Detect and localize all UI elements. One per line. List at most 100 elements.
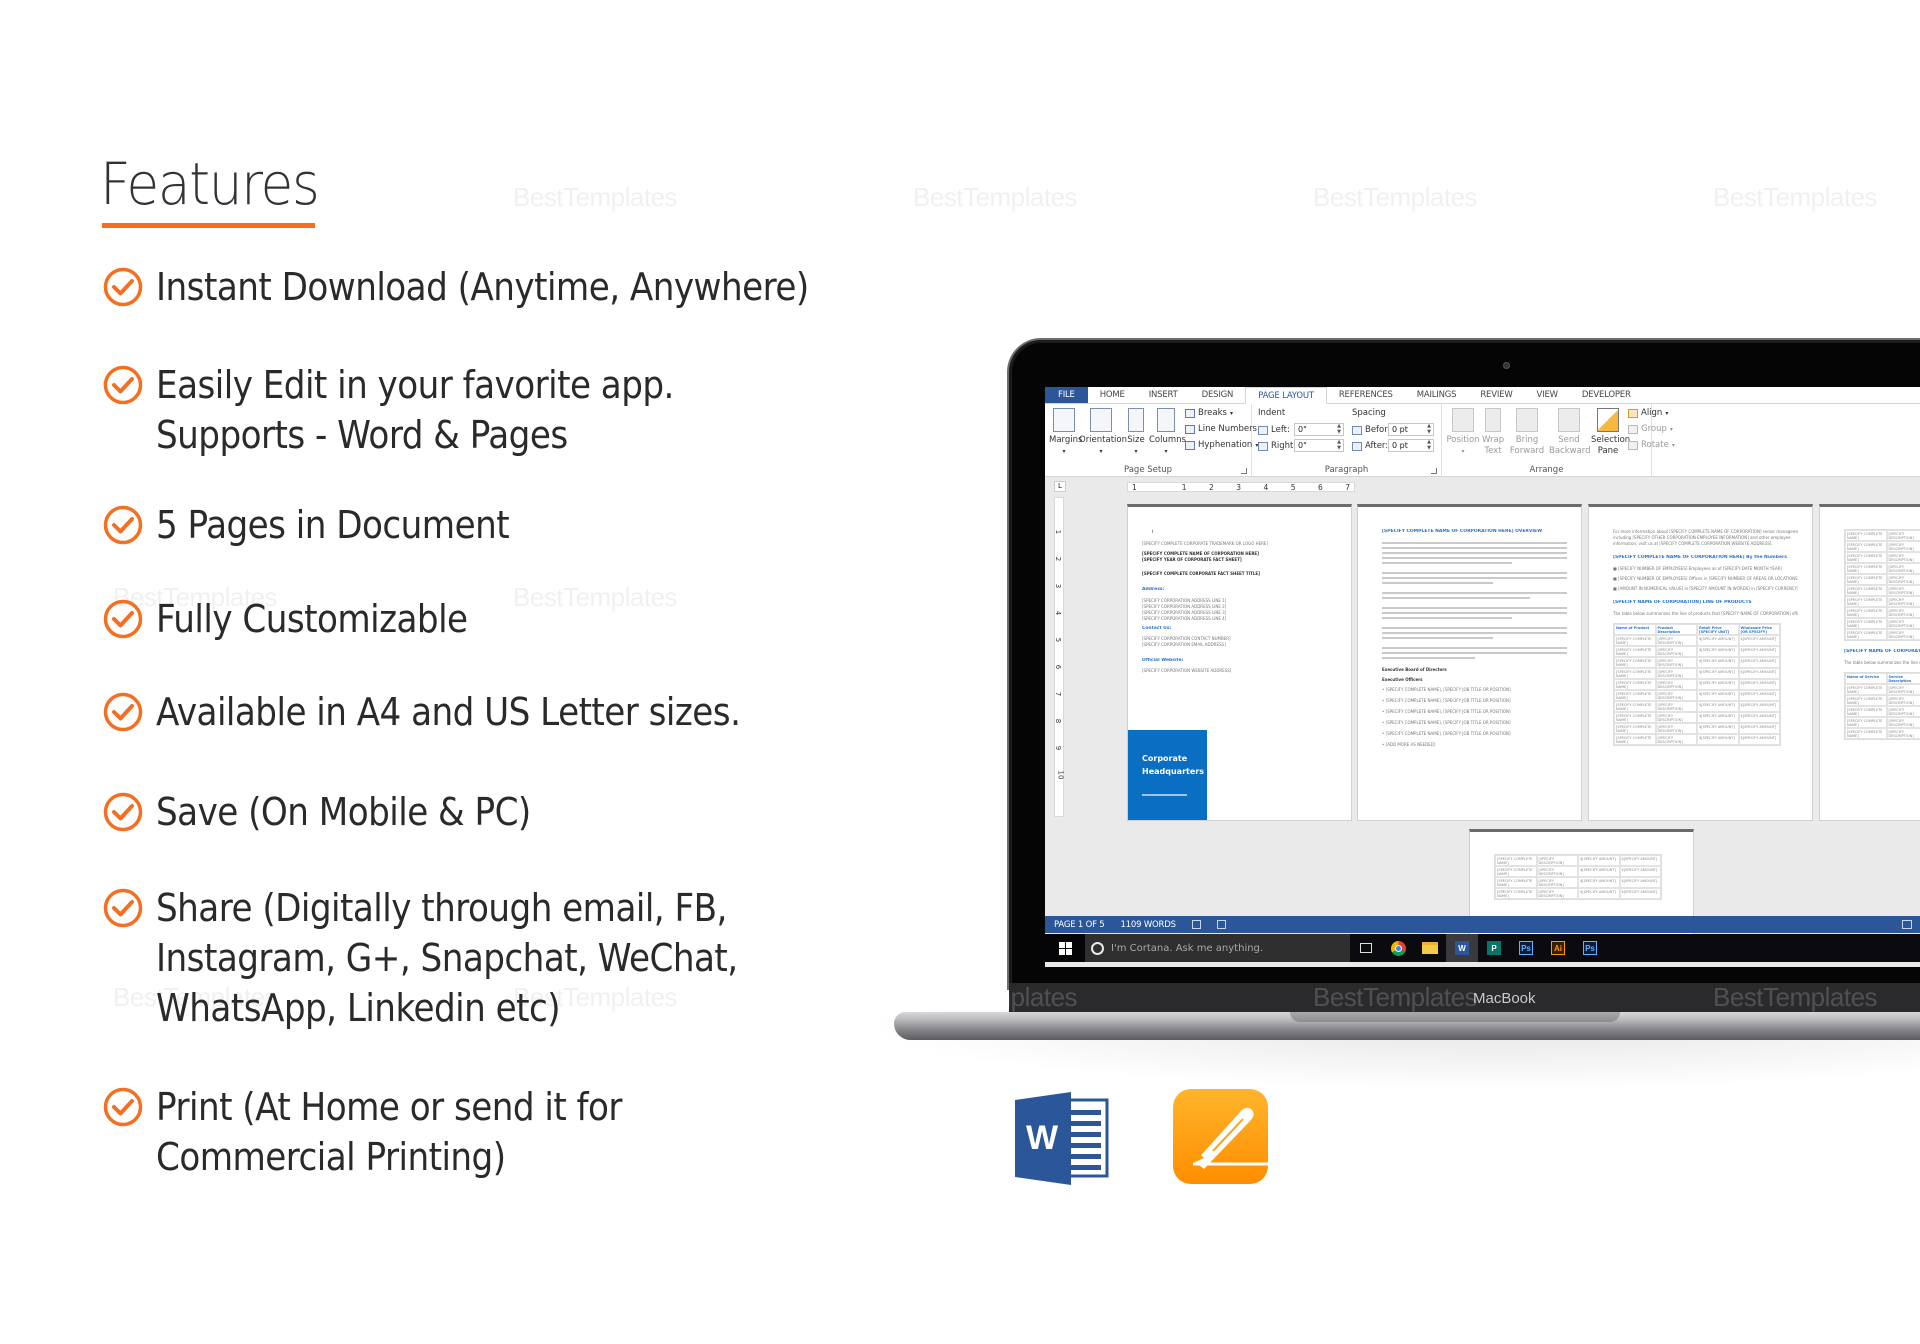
text-line xyxy=(1382,652,1567,654)
table-cell: [SPECIFY DESCRIPTION] xyxy=(1655,635,1697,646)
cortana-placeholder: I'm Cortana. Ask me anything. xyxy=(1111,942,1264,954)
group-button[interactable]: Group ▾ xyxy=(1628,424,1673,434)
position-button[interactable]: Position ▾ xyxy=(1446,408,1480,457)
table-cell: [SPECIFY DESCRIPTION] xyxy=(1655,690,1697,701)
feature-line: Available in A4 and US Letter sizes. xyxy=(156,690,741,734)
word-taskbar-button[interactable]: W xyxy=(1446,934,1478,962)
check-circle-icon xyxy=(102,691,144,733)
align-icon xyxy=(1628,408,1638,418)
text-line xyxy=(1382,577,1567,579)
windows-taskbar: I'm Cortana. Ask me anything. W P Ps Ai … xyxy=(1045,934,1920,962)
table-cell: [SPECIFY DESCRIPTION] xyxy=(1536,888,1578,899)
spacing-before-input[interactable]: 0 pt ▲ ▼ xyxy=(1388,423,1434,436)
align-button[interactable]: Align ▾ xyxy=(1628,408,1668,418)
tab-review[interactable]: REVIEW xyxy=(1468,387,1524,403)
table-cell: [SPECIFY DESCRIPTION] xyxy=(1536,877,1578,888)
table-header: Service Description xyxy=(1886,673,1920,684)
orientation-button[interactable]: Orientation ▾ xyxy=(1079,408,1127,457)
table-cell: [SPECIFY COMPLETE NAME] xyxy=(1845,585,1887,596)
table-cell: [SPECIFY DESCRIPTION] xyxy=(1886,563,1920,574)
file-explorer-button[interactable] xyxy=(1414,934,1446,962)
folder-icon xyxy=(1422,942,1438,954)
feature-item: Available in A4 and US Letter sizes. xyxy=(102,687,805,737)
proofing-icon[interactable] xyxy=(1191,920,1201,929)
document-page-4[interactable]: [SPECIFY COMPLETE NAME] [SPECIFY DESCRIPT… xyxy=(1819,504,1920,821)
services-heading: [SPECIFY NAME OF CORPORATION] LINE OF SE… xyxy=(1844,649,1920,654)
hq-rule xyxy=(1142,794,1187,796)
macro-icon[interactable] xyxy=(1216,920,1226,929)
tab-developer[interactable]: DEVELOPER xyxy=(1570,387,1643,403)
send-backward-button[interactable]: Send Backward xyxy=(1548,408,1591,457)
selection-pane-button[interactable]: Selection Pane xyxy=(1590,408,1630,457)
table-cell: [SPECIFY DESCRIPTION] xyxy=(1655,701,1697,712)
table-cell: $[SPECIFY AMOUNT] xyxy=(1697,635,1739,646)
table-cell: [SPECIFY COMPLETE NAME] xyxy=(1845,684,1887,695)
feature-line: Instant Download (Anytime, Anywhere) xyxy=(156,265,809,309)
line-numbers-label: Line Numbers xyxy=(1198,424,1257,434)
watermark: BestTemplates xyxy=(1313,182,1478,212)
document-page-1[interactable]: I [SPECIFY COMPLETE CORPORATE TRADEMARK … xyxy=(1127,504,1352,821)
feature-line: 5 Pages in Document xyxy=(156,503,510,547)
tab-home[interactable]: HOME xyxy=(1088,387,1137,403)
indent-right-input[interactable]: 0" ▲ ▼ xyxy=(1294,439,1344,452)
wrap-text-button[interactable]: Wrap Text xyxy=(1480,408,1506,457)
table-cell: [SPECIFY COMPLETE NAME] xyxy=(1845,607,1887,618)
page-count[interactable]: PAGE 1 OF 5 xyxy=(1054,920,1105,930)
word-count[interactable]: 1109 WORDS xyxy=(1121,920,1176,930)
read-mode-icon[interactable] xyxy=(1902,920,1912,929)
wrap-text-label: Wrap Text xyxy=(1482,435,1505,456)
illustrator-taskbar-button[interactable]: Ai xyxy=(1542,934,1574,962)
ruler-tick: 1 xyxy=(1132,483,1137,492)
table-cell: $[SPECIFY AMOUNT] xyxy=(1697,723,1739,734)
text-line xyxy=(1382,562,1512,564)
table-cell: [SPECIFY COMPLETE NAME] xyxy=(1495,888,1537,899)
indent-left-input[interactable]: 0" ▲ ▼ xyxy=(1294,423,1344,436)
tab-design[interactable]: DESIGN xyxy=(1190,387,1246,403)
size-label: Size xyxy=(1127,435,1145,445)
table-cell: $[SPECIFY AMOUNT] xyxy=(1578,855,1620,866)
hyphenation-button[interactable]: Hyphenation ▾ xyxy=(1185,440,1258,450)
vertical-ruler[interactable]: 1 2 3 4 5 6 7 8 9 10 xyxy=(1054,497,1064,817)
text-line xyxy=(1382,612,1567,614)
word-icon: W xyxy=(1455,941,1469,955)
page-setup-launcher[interactable] xyxy=(1241,468,1247,474)
table-cell: [SPECIFY COMPLETE NAME] xyxy=(1614,690,1656,701)
tab-selector[interactable]: L xyxy=(1054,481,1066,492)
columns-button[interactable]: Columns ▾ xyxy=(1149,408,1186,457)
size-button[interactable]: Size ▾ xyxy=(1125,408,1147,457)
table-cell: [SPECIFY DESCRIPTION] xyxy=(1655,679,1697,690)
bring-forward-icon xyxy=(1516,408,1538,432)
document-page-3[interactable]: For more information about [SPECIFY COMP… xyxy=(1588,504,1813,821)
bring-forward-button[interactable]: Bring Forward xyxy=(1508,408,1546,457)
breaks-button[interactable]: Breaks ▾ xyxy=(1185,408,1233,418)
margins-button[interactable]: Margins ▾ xyxy=(1049,408,1082,457)
position-label: Position xyxy=(1446,435,1480,445)
table-cell: [SPECIFY COMPLETE NAME] xyxy=(1845,574,1887,585)
cortana-search[interactable]: I'm Cortana. Ask me anything. xyxy=(1085,934,1350,962)
task-view-button[interactable] xyxy=(1350,934,1382,962)
document-page-2[interactable]: [SPECIFY COMPLETE NAME OF CORPORATION HE… xyxy=(1357,504,1582,821)
chrome-button[interactable] xyxy=(1382,934,1414,962)
arrange-group: Position ▾ Wrap Text Bring Forward Send B… xyxy=(1442,404,1675,477)
align-label: Align xyxy=(1641,408,1663,418)
table-cell: [SPECIFY COMPLETE NAME] xyxy=(1614,712,1656,723)
tab-page-layout[interactable]: PAGE LAYOUT xyxy=(1245,387,1327,404)
photoshop-taskbar-button-2[interactable]: Ps xyxy=(1574,934,1606,962)
publisher-taskbar-button[interactable]: P xyxy=(1478,934,1510,962)
ruler-tick: 1 xyxy=(1181,483,1187,492)
spacing-after-input[interactable]: 0 pt ▲ ▼ xyxy=(1388,439,1434,452)
feature-line: Save (On Mobile & PC) xyxy=(156,790,531,834)
tab-file[interactable]: FILE xyxy=(1045,387,1088,403)
photoshop-taskbar-button[interactable]: Ps xyxy=(1510,934,1542,962)
breaks-icon xyxy=(1185,408,1195,418)
tab-references[interactable]: REFERENCES xyxy=(1327,387,1405,403)
tab-mailings[interactable]: MAILINGS xyxy=(1405,387,1469,403)
columns-label: Columns xyxy=(1149,435,1186,445)
horizontal-ruler[interactable]: 1 1 2 3 4 5 6 7 xyxy=(1127,482,1355,492)
tab-insert[interactable]: INSERT xyxy=(1137,387,1190,403)
table-cell: $[SPECIFY AMOUNT] xyxy=(1619,877,1661,888)
rotate-button[interactable]: Rotate ▾ xyxy=(1628,440,1675,450)
paragraph-launcher[interactable] xyxy=(1431,468,1437,474)
tab-view[interactable]: VIEW xyxy=(1525,387,1570,403)
start-button[interactable] xyxy=(1045,934,1085,962)
